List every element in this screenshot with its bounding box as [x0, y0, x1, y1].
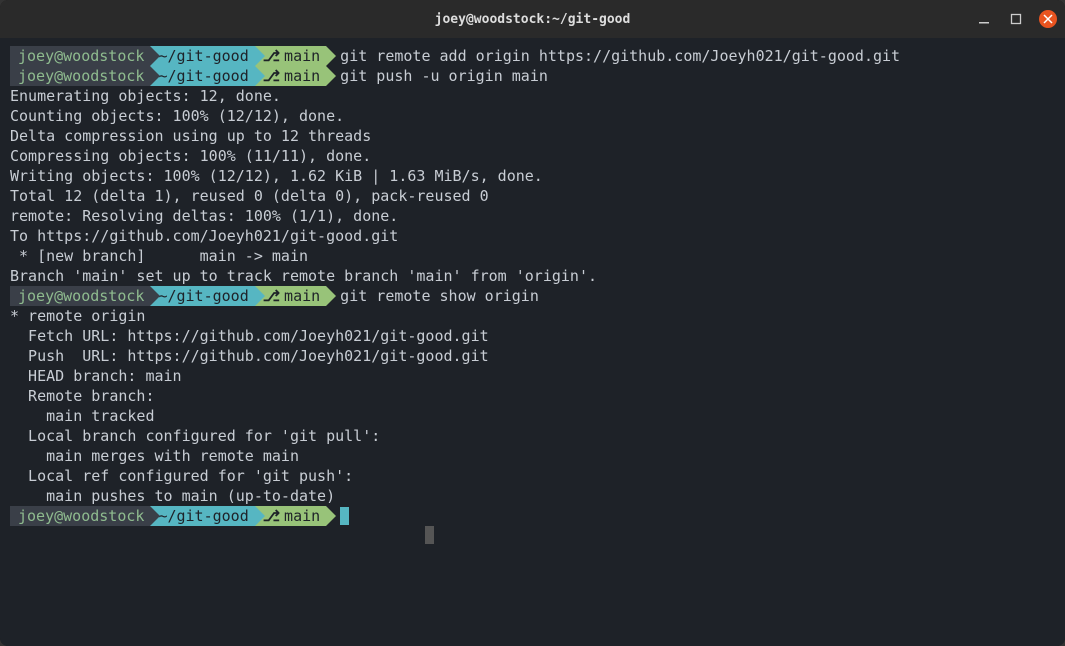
chevron-icon: [255, 66, 265, 86]
prompt-branch: ⎇main: [255, 66, 326, 86]
output-line: Remote branch:: [10, 386, 1055, 406]
prompt-line: joey@woodstock~/git-good⎇maingit remote …: [10, 286, 1055, 306]
close-button[interactable]: [1039, 10, 1057, 28]
output-line: Fetch URL: https://github.com/Joeyh021/g…: [10, 326, 1055, 346]
prompt-path: ~/git-good: [150, 506, 254, 526]
prompt-user: joey@woodstock: [10, 66, 150, 86]
branch-name: main: [284, 506, 320, 526]
chevron-icon: [150, 66, 160, 86]
output-line: Enumerating objects: 12, done.: [10, 86, 1055, 106]
chevron-icon: [255, 286, 265, 306]
prompt-path: ~/git-good: [150, 46, 254, 66]
branch-icon: ⎇: [263, 46, 280, 66]
chevron-icon: [326, 286, 336, 306]
branch-icon: ⎇: [263, 286, 280, 306]
output-line: Total 12 (delta 1), reused 0 (delta 0), …: [10, 186, 1055, 206]
prompt-branch: ⎇main: [255, 46, 326, 66]
output-line: HEAD branch: main: [10, 366, 1055, 386]
output-line: Delta compression using up to 12 threads: [10, 126, 1055, 146]
output-line: To https://github.com/Joeyh021/git-good.…: [10, 226, 1055, 246]
prompt-user: joey@woodstock: [10, 506, 150, 526]
output-line: Branch 'main' set up to track remote bra…: [10, 266, 1055, 286]
branch-icon: ⎇: [263, 506, 280, 526]
prompt-path: ~/git-good: [150, 286, 254, 306]
branch-icon: ⎇: [263, 66, 280, 86]
chevron-icon: [150, 46, 160, 66]
prompt-line: joey@woodstock~/git-good⎇maingit push -u…: [10, 66, 1055, 86]
branch-name: main: [284, 46, 320, 66]
output-line: remote: Resolving deltas: 100% (1/1), do…: [10, 206, 1055, 226]
chevron-icon: [255, 46, 265, 66]
prompt-path: ~/git-good: [150, 66, 254, 86]
output-line: main tracked: [10, 406, 1055, 426]
command-text: git remote add origin https://github.com…: [340, 46, 900, 66]
window-title: joey@woodstock:~/git-good: [435, 12, 631, 27]
window-controls: [975, 10, 1057, 28]
branch-name: main: [284, 66, 320, 86]
output-line: Local ref configured for 'git push':: [10, 466, 1055, 486]
prompt-line: joey@woodstock~/git-good⎇maingit remote …: [10, 46, 1055, 66]
output-line: * [new branch] main -> main: [10, 246, 1055, 266]
output-line: main merges with remote main: [10, 446, 1055, 466]
terminal-window: joey@woodstock:~/git-good joey@woodstock…: [0, 0, 1065, 646]
output-line: main pushes to main (up-to-date): [10, 486, 1055, 506]
titlebar[interactable]: joey@woodstock:~/git-good: [0, 0, 1065, 38]
minimize-button[interactable]: [975, 10, 993, 28]
output-line: Counting objects: 100% (12/12), done.: [10, 106, 1055, 126]
branch-name: main: [284, 286, 320, 306]
chevron-icon: [150, 506, 160, 526]
output-line: Local branch configured for 'git pull':: [10, 426, 1055, 446]
prompt-user: joey@woodstock: [10, 46, 150, 66]
output-line: [10, 526, 1055, 549]
command-text: git remote show origin: [340, 286, 539, 306]
chevron-icon: [326, 46, 336, 66]
chevron-icon: [255, 506, 265, 526]
prompt-branch: ⎇main: [255, 506, 326, 526]
prompt-user: joey@woodstock: [10, 286, 150, 306]
chevron-icon: [326, 506, 336, 526]
chevron-icon: [326, 66, 336, 86]
block-cursor-icon: [425, 526, 434, 544]
terminal-body[interactable]: joey@woodstock~/git-good⎇maingit remote …: [0, 38, 1065, 646]
prompt-branch: ⎇main: [255, 286, 326, 306]
chevron-icon: [150, 286, 160, 306]
output-line: Push URL: https://github.com/Joeyh021/gi…: [10, 346, 1055, 366]
prompt-line-active[interactable]: joey@woodstock~/git-good⎇main: [10, 506, 1055, 526]
output-line: Writing objects: 100% (12/12), 1.62 KiB …: [10, 166, 1055, 186]
cursor-icon: [340, 507, 349, 525]
maximize-button[interactable]: [1007, 10, 1025, 28]
command-text: git push -u origin main: [340, 66, 548, 86]
output-line: Compressing objects: 100% (11/11), done.: [10, 146, 1055, 166]
output-line: * remote origin: [10, 306, 1055, 326]
